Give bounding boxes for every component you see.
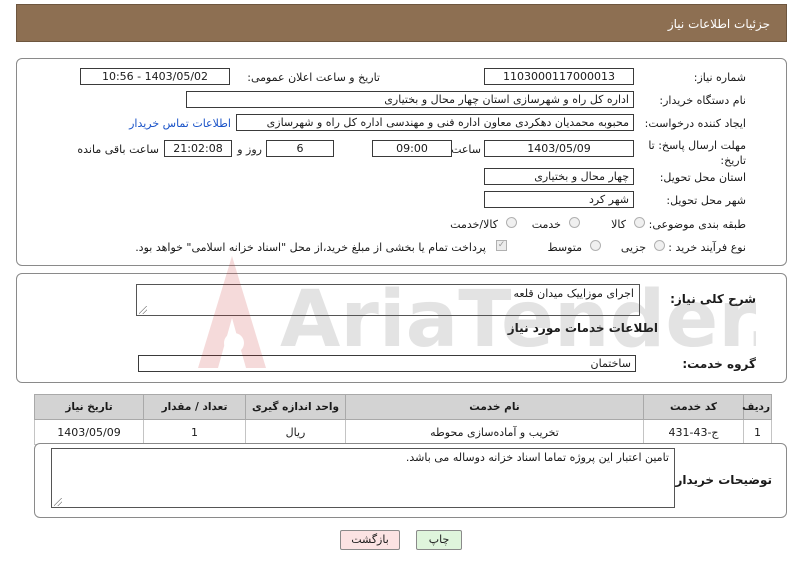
resize-handle-icon[interactable] xyxy=(139,306,147,314)
time-label: ساعت xyxy=(451,143,481,156)
need-number-label: شماره نیاز: xyxy=(693,71,746,84)
process-medium-label: متوسط xyxy=(547,241,582,254)
back-button[interactable]: بازگشت xyxy=(340,530,400,550)
process-medium-radio[interactable] xyxy=(590,240,601,251)
col-service-name-header: نام خدمت xyxy=(345,394,644,420)
creator-label: ایجاد کننده درخواست: xyxy=(644,117,746,130)
service-code-cell: ج-43-431 xyxy=(643,419,744,445)
buyer-field: اداره کل راه و شهرسازی استان چهار محال و… xyxy=(186,91,634,108)
city-field: شهر کرد xyxy=(484,191,634,208)
category-service-radio[interactable] xyxy=(569,217,580,228)
print-button[interactable]: چاپ xyxy=(416,530,462,550)
need-date-cell: 1403/05/09 xyxy=(34,419,144,445)
days-label: روز و xyxy=(237,143,262,156)
treasury-payment-text: پرداخت تمام یا بخشی از مبلغ خرید،از محل … xyxy=(135,241,486,254)
treasury-payment-checkbox[interactable]: ✓ xyxy=(496,240,507,251)
remaining-label: ساعت باقی مانده xyxy=(77,143,159,156)
province-field: چهار محال و بختیاری xyxy=(484,168,634,185)
need-summary-value: اجرای موزاییک میدان قلعه xyxy=(513,287,634,300)
col-need-date-header: تاریخ نیاز xyxy=(34,394,144,420)
page-title: جزئیات اطلاعات نیاز xyxy=(667,17,770,31)
buyer-label: نام دستگاه خریدار: xyxy=(659,94,746,107)
process-minor-label: جزیی xyxy=(620,241,646,254)
announce-field: 1403/05/02 - 10:56 xyxy=(80,68,230,85)
col-unit-header: واحد اندازه گیری xyxy=(245,394,346,420)
remaining-time-field: 21:02:08 xyxy=(164,140,232,157)
days-field: 6 xyxy=(266,140,334,157)
buyer-notes-label: توضیحات خریدار: xyxy=(670,473,772,487)
category-goods-service-label: کالا/خدمت xyxy=(450,218,498,231)
resize-handle-icon[interactable] xyxy=(54,498,62,506)
buyer-contact-link[interactable]: اطلاعات تماس خریدار xyxy=(129,117,231,130)
deadline-label: مهلت ارسال پاسخ: تا تاریخ: xyxy=(648,139,746,167)
row-number-cell: 1 xyxy=(743,419,772,445)
buyer-notes-value: تامین اعتبار این پروژه تماما اسناد خزانه… xyxy=(405,451,669,464)
service-name-cell: تخریب و آماده‌سازی محوطه xyxy=(345,419,644,445)
table-row: 1 ج-43-431 تخریب و آماده‌سازی محوطه ریال… xyxy=(34,419,772,445)
table-header-row: ردیف کد خدمت نام خدمت واحد اندازه گیری ت… xyxy=(34,394,772,420)
city-label: شهر محل تحویل: xyxy=(666,194,746,207)
buyer-notes-field: تامین اعتبار این پروژه تماما اسناد خزانه… xyxy=(51,448,675,508)
category-label: طبقه بندی موضوعی: xyxy=(648,218,746,231)
col-quantity-header: تعداد / مقدار xyxy=(143,394,246,420)
process-minor-radio[interactable] xyxy=(654,240,665,251)
services-table: ردیف کد خدمت نام خدمت واحد اندازه گیری ت… xyxy=(34,394,772,445)
province-label: استان محل تحویل: xyxy=(659,171,746,184)
creator-field: محبوبه محمدیان دهکردی معاون اداره فنی و … xyxy=(236,114,634,131)
announce-label: تاریخ و ساعت اعلان عمومی: xyxy=(247,71,380,84)
need-summary-label: شرح کلی نیاز: xyxy=(670,292,756,306)
quantity-cell: 1 xyxy=(143,419,246,445)
process-label: نوع فرآیند خرید : xyxy=(668,241,746,254)
page-header: جزئیات اطلاعات نیاز xyxy=(16,4,787,42)
deadline-date-field: 1403/05/09 xyxy=(484,140,634,157)
deadline-time-field: 09:00 xyxy=(372,140,452,157)
col-service-code-header: کد خدمت xyxy=(643,394,744,420)
col-row-header: ردیف xyxy=(742,394,772,420)
services-info-title: اطلاعات خدمات مورد نیاز xyxy=(507,321,658,335)
category-service-label: خدمت xyxy=(531,218,561,231)
unit-cell: ریال xyxy=(245,419,346,445)
category-goods-radio[interactable] xyxy=(634,217,645,228)
need-number-field: 1103000117000013 xyxy=(484,68,634,85)
service-group-label: گروه خدمت: xyxy=(682,357,756,371)
service-group-field: ساختمان xyxy=(138,355,636,372)
category-goods-label: کالا xyxy=(611,218,626,231)
category-goods-service-radio[interactable] xyxy=(506,217,517,228)
need-summary-field: اجرای موزاییک میدان قلعه xyxy=(136,284,640,316)
